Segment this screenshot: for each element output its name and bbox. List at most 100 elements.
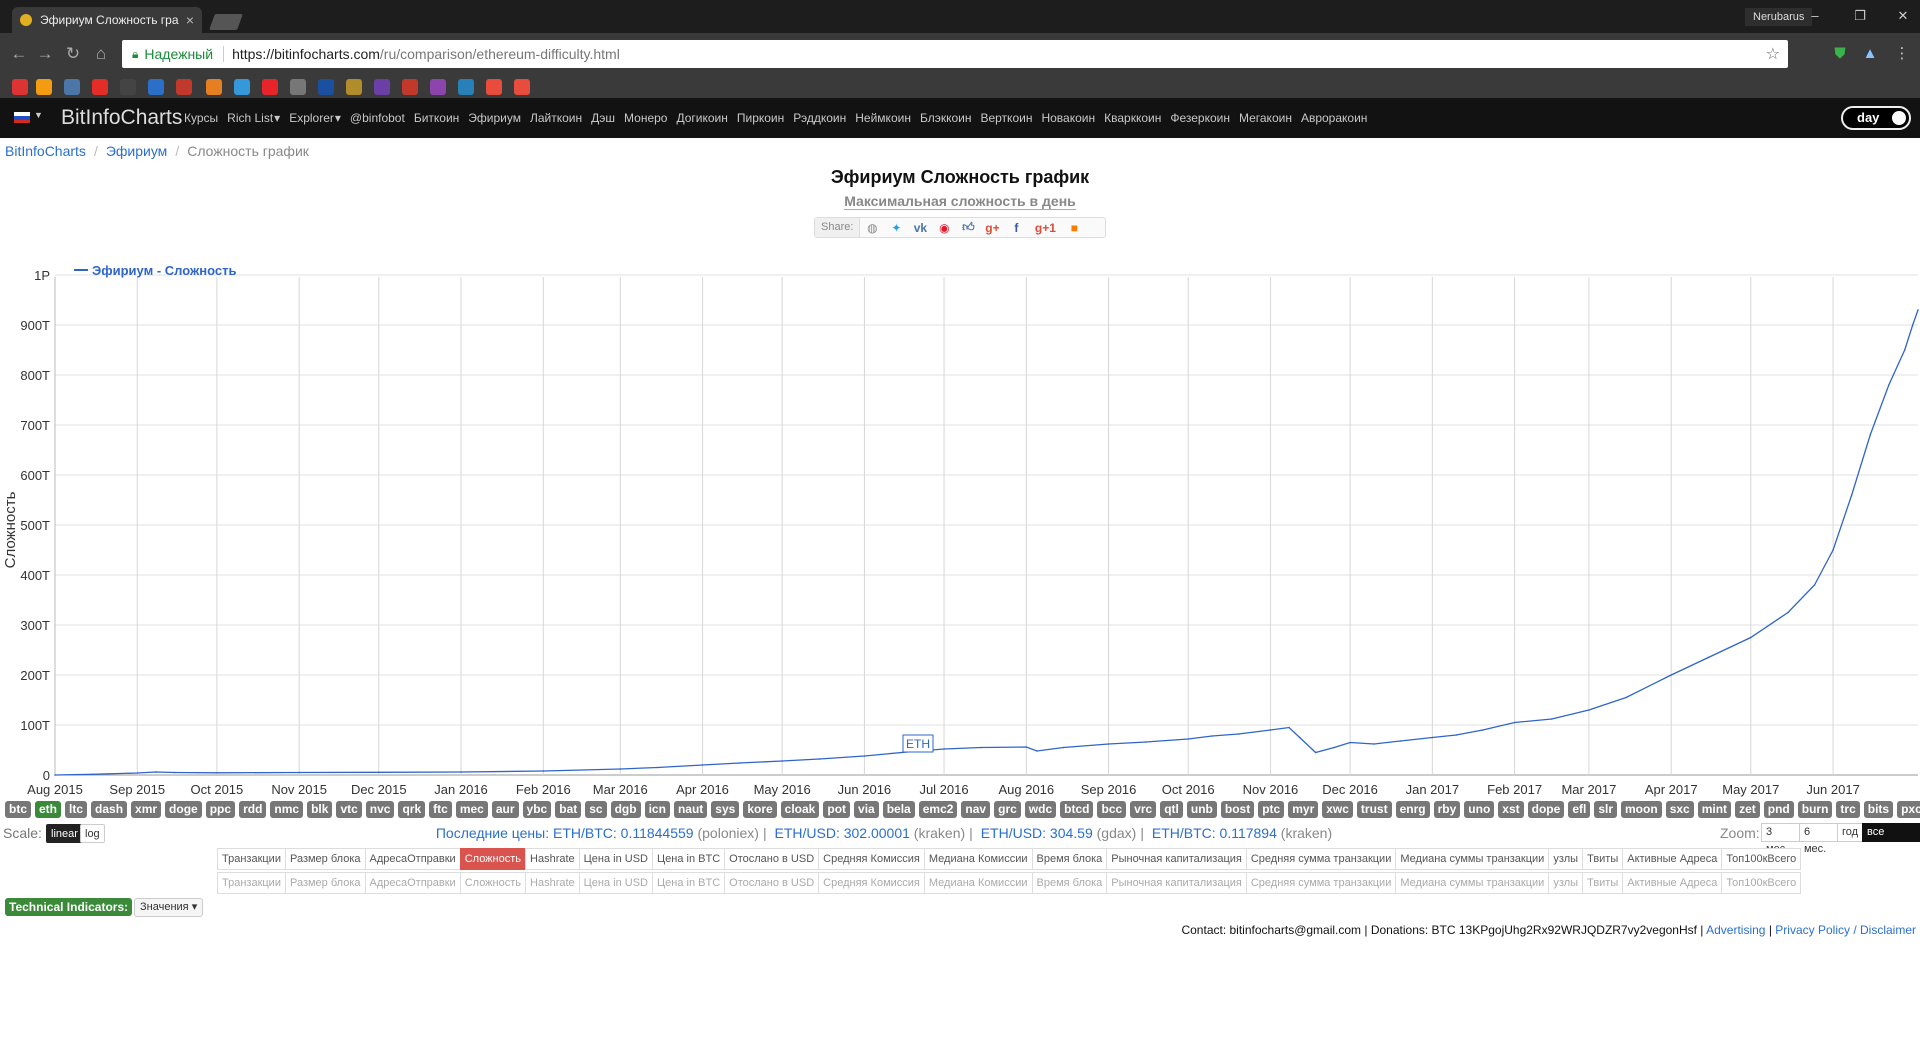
privacy-link[interactable]: Privacy Policy / Disclaimer [1775,923,1916,937]
metric-tab[interactable]: Отослано в USD [724,872,820,894]
vk-icon[interactable]: vk [908,221,932,235]
coin-tag[interactable]: vrc [1130,801,1157,818]
coin-tag[interactable]: pnd [1763,801,1794,818]
coin-tag[interactable]: uno [1464,801,1495,818]
russian-flag-icon[interactable] [14,112,30,123]
metric-tab[interactable]: Сложность [459,872,527,894]
metric-tab[interactable]: Твиты [1582,872,1624,894]
coin-tag[interactable]: efl [1568,801,1591,818]
coin-tag[interactable]: via [854,801,879,818]
metric-tab[interactable]: Активные Адреса [1622,872,1723,894]
values-select[interactable]: Значения ▾ [134,898,204,917]
chevron-down-icon[interactable]: ▼ [34,110,43,120]
zoom-year-button[interactable]: год [1836,823,1864,842]
coin-tag[interactable]: sys [711,801,740,818]
metric-tab[interactable]: Транзакции [217,848,286,870]
bookmark-star-icon[interactable]: ☆ [1766,44,1780,64]
eth-annotation[interactable]: ETH [902,734,934,753]
metric-tab[interactable]: Размер блока [284,872,366,894]
drop-extension-icon[interactable]: ▲ [1858,42,1882,66]
weibo-icon[interactable]: ◉ [932,221,956,235]
coin-tag[interactable]: rby [1433,801,1461,818]
bookmark-mail-icon[interactable] [36,79,52,95]
site-brand[interactable]: BitInfoCharts [61,106,182,130]
close-tab-icon[interactable]: × [186,12,194,28]
metric-tab[interactable]: Средняя сумма транзакции [1245,848,1397,870]
bookmark-icon[interactable] [486,79,502,95]
coin-tag[interactable]: myr [1288,801,1319,818]
coin-tag[interactable]: mec [455,801,488,818]
metric-tab[interactable]: Средняя сумма транзакции [1245,872,1397,894]
coin-tag[interactable]: aur [491,801,519,818]
back-icon[interactable]: ← [8,43,30,65]
metric-tab[interactable]: Размер блока [284,848,366,870]
nav-link[interactable]: Догикоин [676,111,727,125]
nav-link[interactable]: Лайткоин [530,111,582,125]
nav-link[interactable]: Верткоин [980,111,1032,125]
coin-tag[interactable]: zet [1735,801,1760,818]
browser-tab[interactable]: Эфириум Сложность гра × [12,7,202,33]
coin-tag[interactable]: eth [35,801,61,818]
coin-tag[interactable]: nmc [270,801,304,818]
metric-tab[interactable]: Медиана суммы транзакции [1395,848,1550,870]
bookmark-icon[interactable] [374,79,390,95]
metric-tab[interactable]: АдресаОтправки [364,848,461,870]
forward-icon[interactable]: → [34,43,56,65]
metric-tab[interactable]: Медиана Комиссии [923,872,1033,894]
nav-link[interactable]: Монеро [624,111,667,125]
metric-tab[interactable]: Отослано в USD [724,848,820,870]
nav-link[interactable]: @binfobot [350,111,405,125]
nav-link[interactable]: Дэш [591,111,615,125]
metric-tab[interactable]: Цена in USD [578,872,654,894]
nav-link[interactable]: Биткоин [414,111,459,125]
url-text[interactable]: https://bitinfocharts.com/ru/comparison/… [232,46,620,62]
coin-tag[interactable]: unb [1186,801,1217,818]
bookmark-icon[interactable] [346,79,362,95]
like-icon[interactable]: 👍︎ [956,220,980,235]
advertising-link[interactable]: Advertising [1706,923,1765,937]
coin-tag[interactable]: xwc [1322,801,1353,818]
coin-tag[interactable]: qtl [1160,801,1183,818]
bookmark-icon[interactable] [290,79,306,95]
coin-tag[interactable]: grc [994,801,1021,818]
metric-tab[interactable]: Твиты [1582,848,1624,870]
coin-tag[interactable]: sc [585,801,607,818]
bookmark-icon[interactable] [402,79,418,95]
bookmark-icon[interactable] [206,79,222,95]
metric-tab[interactable]: Рыночная капитализация [1106,848,1247,870]
metric-tab[interactable]: Сложность [459,848,527,870]
metric-tab[interactable]: Транзакции [217,872,286,894]
nav-link[interactable]: Пиркоин [737,111,784,125]
bookmark-icon[interactable] [458,79,474,95]
nav-link[interactable]: Rich List [227,111,273,125]
metric-tab[interactable]: узлы [1548,872,1584,894]
coin-tag[interactable]: bits [1863,801,1894,818]
coin-tag[interactable]: ybc [522,801,552,818]
coin-tag[interactable]: emc2 [918,801,958,818]
coin-tag[interactable]: bat [555,801,582,818]
bookmark-icon[interactable] [148,79,164,95]
coin-tag[interactable]: naut [673,801,708,818]
bookmark-vk-icon[interactable] [64,79,80,95]
metric-tab[interactable]: Топ100кВсего [1721,848,1802,870]
metric-tab[interactable]: АдресаОтправки [364,872,461,894]
coin-tag[interactable]: bost [1220,801,1255,818]
price-pair[interactable]: ETH/USD: 302.00001 [775,825,910,841]
metric-tab[interactable]: Медиана суммы транзакции [1395,872,1550,894]
breadcrumb-section[interactable]: Эфириум [106,143,167,159]
coin-tag[interactable]: qrk [398,801,426,818]
page-subtitle[interactable]: Максимальная сложность в день [0,193,1920,210]
price-pair[interactable]: ETH/USD: 304.59 [981,825,1093,841]
coin-tag[interactable]: moon [1621,801,1662,818]
coin-tag[interactable]: btcd [1060,801,1094,818]
difficulty-chart[interactable]: 0100T200T300T400T500T600T700T800T900T1P … [0,255,1920,800]
coin-tag[interactable]: trust [1356,801,1392,818]
zoom-3m-button[interactable]: 3 мес. [1761,823,1800,855]
coin-tag[interactable]: doge [165,801,202,818]
nav-link[interactable]: Блэккоин [920,111,972,125]
coin-tag[interactable]: bcc [1097,801,1127,818]
coin-tag[interactable]: bela [882,801,915,818]
coin-tag[interactable]: mint [1697,801,1732,818]
bookmark-icon[interactable] [262,79,278,95]
blogger-icon[interactable]: ■ [1062,221,1086,235]
